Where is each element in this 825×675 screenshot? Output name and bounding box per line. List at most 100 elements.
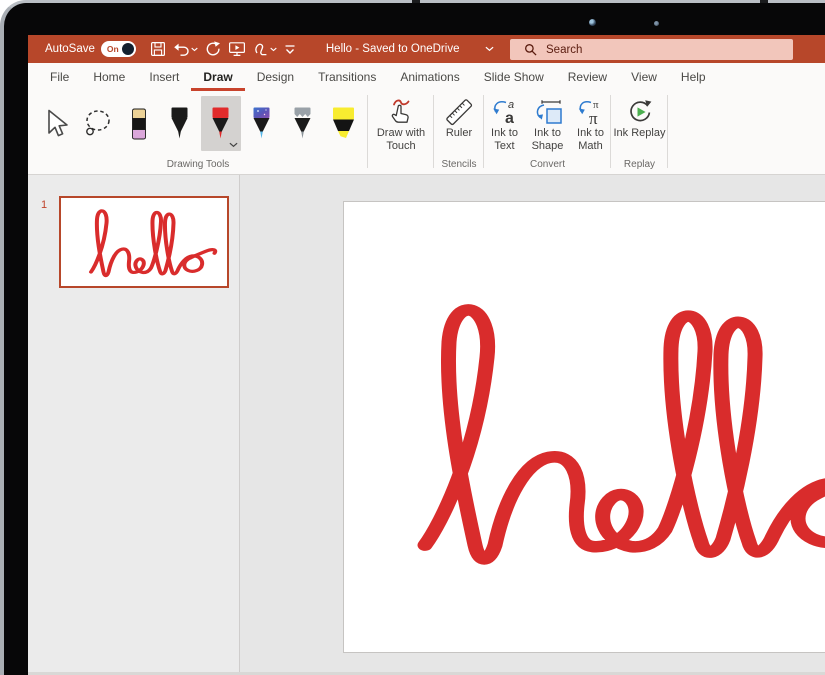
search-placeholder: Search: [546, 44, 582, 56]
tab-review[interactable]: Review: [556, 63, 619, 91]
highlighter-icon: [332, 107, 355, 140]
chevron-down-icon[interactable]: [191, 47, 198, 52]
tab-view[interactable]: View: [619, 63, 669, 91]
ink-to-text-button[interactable]: a a Ink to Text: [485, 94, 525, 153]
ink-to-shape-button[interactable]: Ink to Shape: [527, 94, 569, 153]
autosave-knob: [122, 43, 134, 55]
antenna-notch: [760, 0, 768, 3]
pen-galaxy[interactable]: [242, 96, 282, 151]
drawing-tools-row: [31, 94, 366, 151]
pencil-tool[interactable]: [283, 96, 323, 151]
ink-to-math-button[interactable]: π π Ink to Math: [571, 94, 611, 153]
arrow-cursor-icon: [43, 109, 70, 139]
redo-button[interactable]: [205, 41, 221, 57]
ink-replay-button[interactable]: Ink Replay: [613, 94, 667, 140]
tablet-device: AutoSave On: [0, 0, 825, 675]
ink-to-math-icon: π π: [576, 98, 606, 126]
thumbnail-ink-hello: [67, 196, 229, 288]
pen-black[interactable]: [160, 96, 200, 151]
slide-canvas[interactable]: [343, 201, 825, 653]
quick-access-toolbar: [150, 41, 296, 57]
start-slideshow-button[interactable]: [228, 41, 246, 57]
lasso-select-tool[interactable]: [78, 96, 118, 151]
group-label-drawing-tools: Drawing Tools: [28, 157, 368, 174]
eraser-icon: [131, 108, 147, 140]
tab-help[interactable]: Help: [669, 63, 718, 91]
pen-icon: [170, 107, 189, 141]
ribbon-tab-bar: File Home Insert Draw Design Transitions…: [28, 63, 825, 91]
svg-text:a: a: [505, 110, 514, 126]
tab-slide-show[interactable]: Slide Show: [472, 63, 556, 91]
title-bar: AutoSave On: [28, 35, 825, 63]
more-commands-icon: [284, 43, 296, 56]
slide-thumbnail-panel[interactable]: 1: [28, 175, 240, 675]
lasso-icon: [82, 109, 114, 138]
powerpoint-window: AutoSave On: [28, 35, 825, 675]
tab-transitions[interactable]: Transitions: [306, 63, 388, 91]
document-title[interactable]: Hello - Saved to OneDrive: [326, 43, 495, 55]
slide-thumbnail[interactable]: [59, 196, 229, 288]
workspace: 1: [28, 175, 825, 675]
ruler-icon: [444, 98, 474, 126]
tab-draw[interactable]: Draw: [191, 63, 244, 91]
ruler-label: Ruler: [446, 127, 472, 140]
pen-red[interactable]: [201, 96, 241, 151]
search-icon: [524, 43, 537, 56]
ink-to-text-icon: a a: [490, 98, 520, 126]
search-input[interactable]: Search: [510, 39, 793, 60]
ink-to-math-label: Ink to Math: [571, 127, 611, 153]
group-replay: Ink Replay Replay: [611, 91, 668, 174]
tab-file[interactable]: File: [38, 63, 81, 91]
svg-text:π: π: [589, 109, 598, 126]
slide-editor[interactable]: [240, 175, 825, 675]
customize-qat-button[interactable]: [284, 43, 296, 56]
autosave-state: On: [107, 44, 119, 54]
document-title-text: Hello - Saved to OneDrive: [326, 43, 460, 55]
undo-button[interactable]: [173, 41, 198, 57]
inking-icon: [253, 41, 269, 57]
tab-animations[interactable]: Animations: [388, 63, 471, 91]
ink-to-text-label: Ink to Text: [485, 127, 525, 153]
ink-replay-label: Ink Replay: [614, 127, 666, 140]
chevron-down-icon[interactable]: [485, 46, 494, 52]
pen-icon: [252, 107, 271, 141]
present-icon: [228, 41, 246, 57]
ink-to-shape-label: Ink to Shape: [527, 127, 569, 153]
group-drawing-tools: Drawing Tools: [28, 91, 368, 174]
chevron-down-icon[interactable]: [270, 47, 277, 52]
save-icon: [150, 41, 166, 57]
autosave-toggle[interactable]: AutoSave On: [45, 41, 136, 57]
eraser-tool[interactable]: [119, 96, 159, 151]
antenna-notch: [412, 0, 420, 3]
group-convert: a a Ink to Text: [484, 91, 611, 174]
group-label-empty: [368, 157, 434, 174]
sensor-icon: [654, 21, 659, 26]
group-label-convert: Convert: [484, 157, 611, 174]
ink-to-shape-icon: [532, 98, 564, 126]
redo-icon: [205, 41, 221, 57]
draw-with-touch-icon: [386, 98, 416, 125]
inking-button[interactable]: [253, 41, 277, 57]
ruler-button[interactable]: Ruler: [435, 94, 483, 140]
autosave-switch[interactable]: On: [101, 41, 136, 57]
ribbon: Drawing Tools Draw with Touch: [28, 91, 825, 175]
ribbon-spacer: [668, 91, 825, 174]
group-label-stencils: Stencils: [434, 157, 484, 174]
tab-design[interactable]: Design: [245, 63, 306, 91]
canvas-ink-hello: [343, 222, 825, 622]
chevron-down-icon[interactable]: [229, 142, 238, 148]
ink-replay-icon: [625, 97, 655, 127]
tab-home[interactable]: Home: [81, 63, 137, 91]
group-stencils: Ruler Stencils: [434, 91, 484, 174]
draw-with-touch-button[interactable]: Draw with Touch: [369, 94, 433, 153]
save-button[interactable]: [150, 41, 166, 57]
pen-icon: [211, 107, 230, 141]
group-draw-with-touch: Draw with Touch: [368, 91, 434, 174]
select-tool[interactable]: [37, 96, 77, 151]
draw-with-touch-label: Draw with Touch: [369, 127, 433, 153]
tab-insert[interactable]: Insert: [137, 63, 191, 91]
highlighter-tool[interactable]: [324, 96, 364, 151]
slide-number: 1: [41, 199, 47, 211]
pencil-icon: [293, 107, 312, 141]
group-label-replay: Replay: [611, 157, 668, 174]
